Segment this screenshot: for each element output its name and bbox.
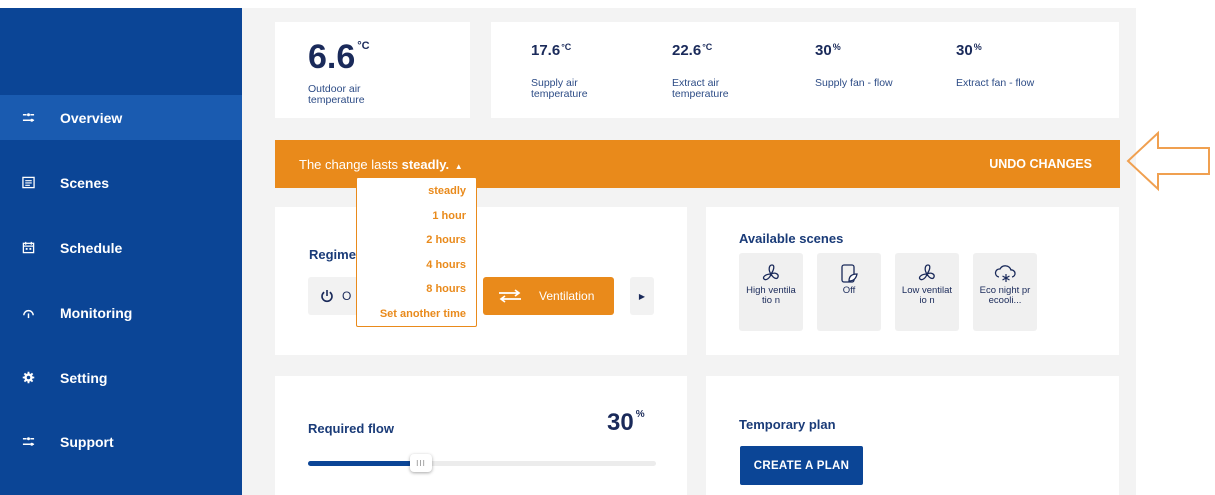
fan-icon [918,264,935,281]
scene-high-ventilation[interactable]: High ventilatio n [739,253,803,331]
sidebar-item-label: Monitoring [60,304,133,321]
regime-ventilation-button[interactable]: Ventilation [483,277,614,315]
power-icon [320,289,334,303]
sliders-icon [21,435,35,449]
required-flow-title: Required flow [308,421,394,436]
sidebar-item-schedule[interactable]: Schedule [0,225,242,270]
scene-eco-night-precooling[interactable]: Eco night precooli... [973,253,1037,331]
stats-card: 17.6°C Supply air temperature 22.6°C Ext… [491,22,1119,118]
duration-option-1-hour[interactable]: 1 hour [432,210,466,222]
sidebar-item-label: Schedule [60,239,123,256]
leaf-icon [841,264,858,283]
outdoor-temperature-card: 6.6 °C Outdoor air temperature [275,22,470,118]
gear-icon [21,371,35,385]
duration-option-2-hours[interactable]: 2 hours [426,234,466,246]
list-icon [21,176,35,190]
scene-low-ventilation[interactable]: Low ventilatio n [895,253,959,331]
sidebar-item-label: Scenes [60,174,110,191]
undo-changes-button[interactable]: UNDO CHANGES [989,157,1092,171]
create-plan-button[interactable]: CREATE A PLAN [740,446,863,485]
sidebar-item-label: Overview [60,109,123,126]
available-scenes-title: Available scenes [739,231,844,246]
scenes-card: Available scenes High ventilatio n Off L… [706,207,1119,355]
sidebar: Overview Scenes Schedule Monitoring Sett… [0,8,242,495]
required-flow-card: Required flow 30% [275,376,687,495]
sidebar-item-support[interactable]: Support [0,419,242,464]
extract-fan-flow-value: 30% [956,42,982,59]
snow-cloud-icon [994,265,1016,282]
sliders-icon [21,111,35,125]
duration-option-8-hours[interactable]: 8 hours [426,283,466,295]
extract-air-temperature-value: 22.6°C [672,42,713,59]
caret-up-icon[interactable]: ▲ [455,162,463,171]
extract-fan-flow-label: Extract fan - flow [956,77,1035,89]
duration-selector[interactable]: steadly. [402,157,449,172]
sidebar-item-label: Support [60,433,114,450]
gauge-icon [21,306,35,320]
arrow-annotation-icon [1126,130,1210,192]
sidebar-item-scenes[interactable]: Scenes [0,160,242,205]
duration-option-set-another-time[interactable]: Set another time [380,308,466,320]
regime-title: Regime [309,247,356,262]
regime-card: Regime O Ventilation ▶ [275,207,687,355]
temporary-plan-title: Temporary plan [739,417,836,432]
scene-off[interactable]: Off [817,253,881,331]
duration-option-4-hours[interactable]: 4 hours [426,259,466,271]
sidebar-item-overview[interactable]: Overview [0,95,242,140]
flow-slider-thumb[interactable]: III [410,454,432,472]
flow-slider[interactable]: III [308,454,656,472]
outdoor-temperature-value: 6.6 °C [308,38,370,76]
fan-icon [762,264,779,281]
duration-option-steadly[interactable]: steadly [428,185,466,197]
outdoor-temperature-label: Outdoor air temperature [308,83,365,106]
supply-fan-flow-value: 30% [815,42,841,59]
regime-next-button[interactable]: ▶ [630,277,654,315]
play-icon: ▶ [638,291,646,301]
duration-dropdown: steadly 1 hour 2 hours 4 hours 8 hours S… [356,177,477,327]
flow-slider-fill [308,461,412,466]
supply-air-temperature-label: Supply air temperature [531,77,588,100]
calendar-icon [21,241,35,255]
swap-arrows-icon [497,289,523,303]
extract-air-temperature-label: Extract air temperature [672,77,729,100]
supply-air-temperature-value: 17.6°C [531,42,572,59]
sidebar-item-monitoring[interactable]: Monitoring [0,290,242,335]
required-flow-value: 30% [607,409,645,436]
sidebar-item-setting[interactable]: Setting [0,355,242,400]
supply-fan-flow-label: Supply fan - flow [815,77,893,89]
change-duration-text: The change lasts steadly. ▲ [299,157,463,172]
sidebar-item-label: Setting [60,369,108,386]
